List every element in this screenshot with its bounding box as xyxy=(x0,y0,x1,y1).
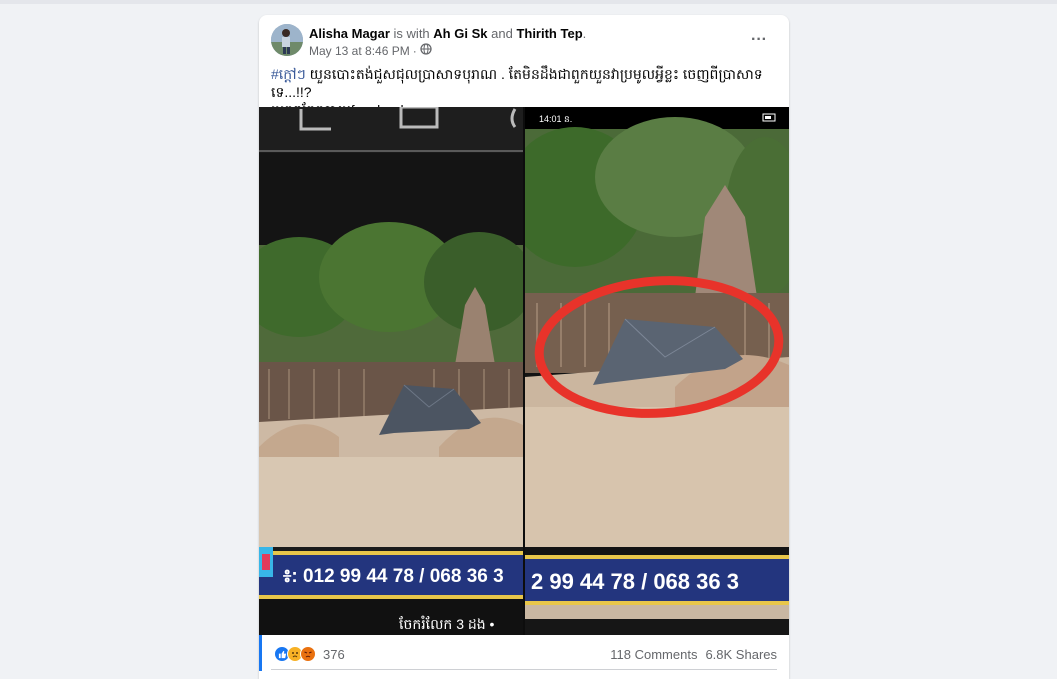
left-image[interactable]: ៖: 012 99 44 78 / 068 36 3 ចែករំលែក 3 ដង… xyxy=(259,107,523,635)
more-options-icon[interactable]: ··· xyxy=(747,28,771,52)
tagged-user-1[interactable]: Ah Gi Sk xyxy=(433,26,487,41)
status-bar-time: 14:01 ន. xyxy=(539,114,572,124)
post-timestamp[interactable]: May 13 at 8:46 PM xyxy=(309,44,410,58)
top-bar xyxy=(0,0,1057,4)
hashtag-link[interactable]: #ក្តៅៗ xyxy=(271,66,306,82)
globe-icon xyxy=(420,43,432,58)
author-name[interactable]: Alisha Magar xyxy=(309,26,390,41)
post-author-line: Alisha Magar is with Ah Gi Sk and Thirit… xyxy=(309,26,586,42)
right-image[interactable]: 14:01 ន. 2 99 44 78 / 068 36 3 xyxy=(525,107,789,635)
post-stats: 376 118 Comments 6.8K Shares xyxy=(259,635,789,671)
comments-count[interactable]: 118 Comments xyxy=(610,647,697,662)
engagement-counts: 118 Comments 6.8K Shares xyxy=(610,647,777,662)
reaction-summary[interactable]: 376 xyxy=(274,646,345,662)
and-text: and xyxy=(491,26,513,41)
left-phone-number: ៖: 012 99 44 78 / 068 36 3 xyxy=(283,566,504,587)
author-avatar[interactable] xyxy=(271,24,303,56)
stats-divider xyxy=(271,669,777,670)
post-card: Alisha Magar is with Ah Gi Sk and Thirit… xyxy=(259,15,789,679)
post-header: Alisha Magar is with Ah Gi Sk and Thirit… xyxy=(271,24,777,58)
left-share-text: ចែករំលែក 3 ដង • xyxy=(399,615,495,632)
period-text: . xyxy=(582,26,587,41)
caption-text: យួនបោះតង់ជួសជុលប្រាសាទបុរាណ . តែមិនដឹងជា… xyxy=(271,66,763,100)
reaction-count[interactable]: 376 xyxy=(323,647,345,662)
angry-icon xyxy=(300,646,316,662)
shares-count[interactable]: 6.8K Shares xyxy=(705,647,777,662)
tagged-user-2[interactable]: Thirith Tep xyxy=(516,26,582,41)
right-phone-number: 2 99 44 78 / 068 36 3 xyxy=(531,569,739,594)
with-text: is with xyxy=(393,26,430,41)
meta-separator: · xyxy=(412,43,417,58)
post-media[interactable]: ៖: 012 99 44 78 / 068 36 3 ចែករំលែក 3 ដង… xyxy=(259,107,789,635)
post-meta: May 13 at 8:46 PM · xyxy=(309,43,432,58)
